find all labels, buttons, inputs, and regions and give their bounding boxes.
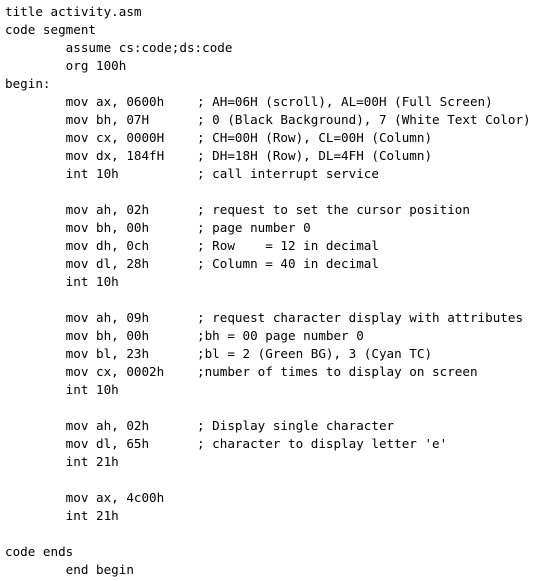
code-comment: ;number of times to display on screen [197, 364, 478, 379]
code-instruction: begin: [5, 76, 51, 91]
code-comment: ; CH=00H (Row), CL=00H (Column) [197, 130, 433, 145]
code-instruction: mov ah, 09h [5, 310, 150, 325]
code-instruction: int 21h [5, 508, 119, 523]
code-line: mov ax, 0600h ; AH=06H (scroll), AL=00H (… [5, 93, 493, 111]
code-instruction: code segment [5, 22, 96, 37]
code-instruction: mov dl, 65h [5, 436, 150, 451]
code-line: mov ah, 02h ; Display single character [5, 417, 394, 435]
code-instruction: end begin [5, 562, 134, 577]
source-code-listing: title activity.asm code segment assume cs… [5, 3, 531, 579]
code-line: int 10h [5, 381, 232, 399]
code-instruction: mov dh, 0ch [5, 238, 150, 253]
code-line: title activity.asm [5, 3, 232, 21]
code-instruction: mov dl, 28h [5, 256, 150, 271]
code-line: mov dl, 65h ; character to display letter… [5, 435, 448, 453]
code-line: mov dl, 28h ; Column = 40 in decimal [5, 255, 379, 273]
code-line: mov ah, 02h ; request to set the cursor p… [5, 201, 470, 219]
code-instruction: mov bl, 23h [5, 346, 150, 361]
code-comment: ; Column = 40 in decimal [197, 256, 379, 271]
code-comment: ;bl = 2 (Green BG), 3 (Cyan TC) [197, 346, 433, 361]
code-instruction: title activity.asm [5, 4, 142, 19]
code-instruction: mov dx, 184fH [5, 148, 165, 163]
code-instruction: mov ah, 02h [5, 418, 150, 433]
code-line: mov bh, 00h ; page number 0 [5, 219, 311, 237]
code-line: int 21h [5, 453, 232, 471]
code-line: int 21h [5, 507, 232, 525]
code-line: code ends [5, 543, 232, 561]
code-instruction: int 21h [5, 454, 119, 469]
code-line: mov bh, 00h ;bh = 00 page number 0 [5, 327, 364, 345]
code-comment: ; DH=18H (Row), DL=4FH (Column) [197, 148, 433, 163]
code-line: int 10h [5, 273, 232, 291]
code-line: mov cx, 0000H ; CH=00H (Row), CL=00H (Col… [5, 129, 432, 147]
code-comment: ; Row = 12 in decimal [197, 238, 379, 253]
code-line: mov dx, 184fH ; DH=18H (Row), DL=4FH (Col… [5, 147, 432, 165]
code-instruction: mov ax, 4c00h [5, 490, 165, 505]
code-comment: ; AH=06H (scroll), AL=00H (Full Screen) [197, 94, 493, 109]
code-line: begin: [5, 75, 232, 93]
code-comment: ; call interrupt service [197, 166, 379, 181]
code-comment: ; 0 (Black Background), 7 (White Text Co… [197, 112, 531, 127]
code-line: code segment [5, 21, 232, 39]
code-line: mov bl, 23h ;bl = 2 (Green BG), 3 (Cyan T… [5, 345, 432, 363]
code-line: int 10h ; call interrupt service [5, 165, 379, 183]
code-instruction: mov cx, 0002h [5, 364, 165, 379]
code-line: org 100h [5, 57, 232, 75]
code-line: assume cs:code;ds:code [5, 39, 233, 57]
code-line: mov dh, 0ch ; Row = 12 in decimal [5, 237, 379, 255]
code-instruction: int 10h [5, 274, 119, 289]
code-instruction: mov bh, 00h [5, 220, 150, 235]
code-instruction: mov cx, 0000H [5, 130, 165, 145]
code-instruction: mov ah, 02h [5, 202, 150, 217]
code-line: mov ax, 4c00h [5, 489, 232, 507]
code-comment: ;bh = 00 page number 0 [197, 328, 364, 343]
code-comment: ; page number 0 [197, 220, 311, 235]
code-comment: ; request to set the cursor position [197, 202, 470, 217]
code-instruction: int 10h [5, 166, 119, 181]
code-line: mov bh, 07H ; 0 (Black Background), 7 (Wh… [5, 111, 531, 129]
code-line: mov cx, 0002h ;number of times to display… [5, 363, 478, 381]
code-comment: ; character to display letter 'e' [197, 436, 448, 451]
code-instruction: int 10h [5, 382, 119, 397]
code-comment: ; request character display with attribu… [197, 310, 524, 325]
code-line: end begin [5, 561, 232, 579]
code-instruction: assume cs:code;ds:code [5, 40, 233, 55]
code-line: mov ah, 09h ; request character display w… [5, 309, 523, 327]
code-instruction: org 100h [5, 58, 127, 73]
code-comment: ; Display single character [197, 418, 395, 433]
code-instruction: mov bh, 07H [5, 112, 150, 127]
code-instruction: code ends [5, 544, 74, 559]
code-instruction: mov ax, 0600h [5, 94, 165, 109]
code-instruction: mov bh, 00h [5, 328, 150, 343]
